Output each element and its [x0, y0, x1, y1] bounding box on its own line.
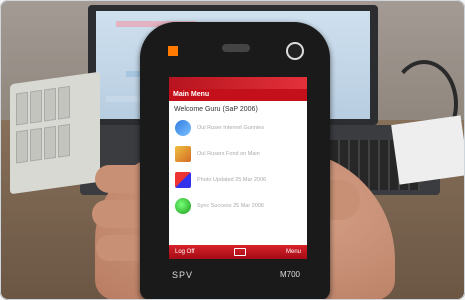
menu-title: Main Menu	[169, 89, 307, 101]
windows-icon	[175, 172, 191, 188]
key	[30, 89, 42, 124]
phone-screen: Main Menu Welcome Guru (SaP 2006) Oul Ru…	[169, 77, 307, 259]
key	[30, 127, 42, 162]
key	[58, 85, 70, 120]
camera-icon	[286, 42, 304, 60]
menu-item-label: Oul Ruser Internet Gunnies	[197, 125, 264, 131]
menu-item-label: Oul Rusers Fond on Main	[197, 151, 260, 157]
welcome-text: Welcome Guru (SaP 2006)	[174, 106, 258, 113]
key	[44, 87, 56, 122]
keyboard-icon[interactable]	[234, 248, 247, 256]
key	[16, 129, 28, 164]
globe-icon	[175, 198, 191, 214]
menu-item[interactable]: Oul Rusers Fond on Main	[169, 141, 307, 167]
menu-item[interactable]: Oul Ruser Internet Gunnies	[169, 115, 307, 141]
soft-key-bar: Log Off Menu	[169, 245, 307, 259]
phone-model: M700	[279, 270, 300, 279]
key	[16, 91, 28, 126]
log-off-button[interactable]: Log Off	[169, 249, 201, 255]
key	[44, 125, 56, 160]
menu-button[interactable]: Menu	[280, 249, 307, 255]
orange-logo-icon	[168, 46, 178, 56]
paper-sheet	[391, 115, 465, 185]
menu-item-label: Sync Success 25 Mar 2006	[197, 203, 264, 209]
internet-icon	[175, 120, 191, 136]
menu-item-label: Photo Updated 25 Mar 2006	[197, 177, 267, 183]
phone-brand: SPV	[172, 270, 194, 280]
key	[58, 123, 70, 158]
earpiece	[222, 44, 250, 52]
phone: Main Menu Welcome Guru (SaP 2006) Oul Ru…	[140, 22, 330, 300]
desk-keyboard	[10, 71, 100, 195]
photo-frame: Main Menu Welcome Guru (SaP 2006) Oul Ru…	[0, 0, 465, 300]
phone-titlebar	[169, 77, 307, 89]
menu-item[interactable]: Sync Success 25 Mar 2006	[169, 193, 307, 219]
archive-icon	[175, 146, 191, 162]
menu-item[interactable]: Photo Updated 25 Mar 2006	[169, 167, 307, 193]
